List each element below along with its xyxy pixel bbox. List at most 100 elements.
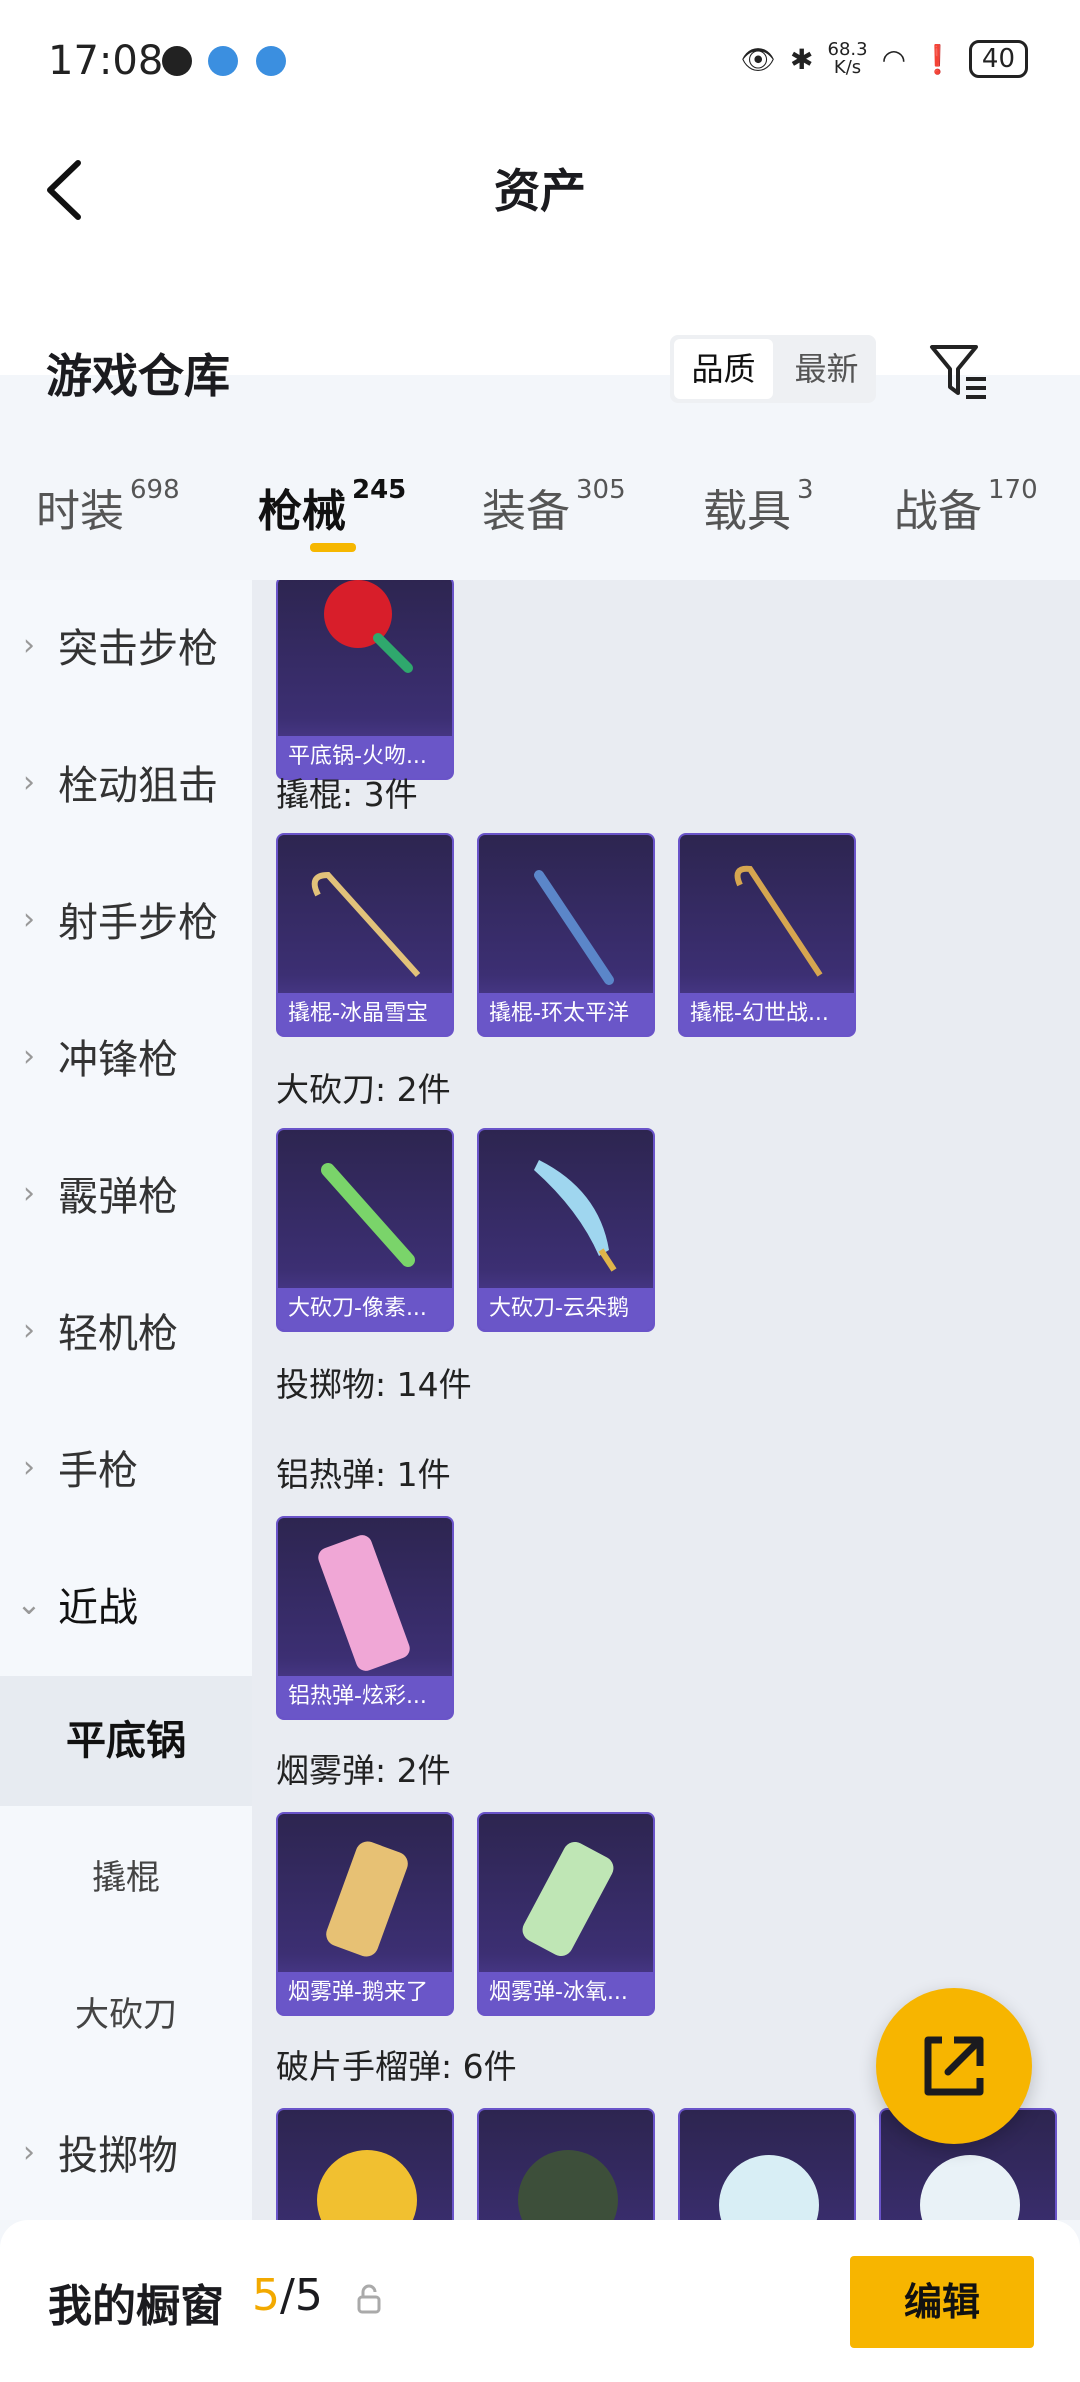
tab-label: 时装 bbox=[36, 486, 124, 537]
sidebar-item-pistol[interactable]: › 手枪 bbox=[0, 1402, 252, 1532]
status-right: 👁 ✱ 68.3 K/s ◠ ❗ 40 bbox=[740, 40, 1028, 78]
browser-icon-2 bbox=[256, 46, 286, 76]
group-label: 大砍刀: 2件 bbox=[276, 1070, 451, 1109]
item-card[interactable] bbox=[477, 2108, 655, 2220]
sort-quality-button[interactable]: 品质 bbox=[674, 339, 773, 399]
sidebar-item-assault-rifle[interactable]: › 突击步枪 bbox=[0, 580, 252, 710]
sidebar-item-shotgun[interactable]: › 霰弹枪 bbox=[0, 1128, 252, 1258]
crowbar-skin-image bbox=[534, 870, 614, 985]
group-label: 铝热弹: 1件 bbox=[276, 1455, 451, 1494]
crowbar-skin-image bbox=[311, 871, 421, 978]
smoke-grenade-skin-image bbox=[522, 1841, 614, 1957]
frag-grenade-skin-image bbox=[719, 2155, 819, 2220]
sidebar-item-melee[interactable]: ⌄ 近战 bbox=[0, 1539, 252, 1669]
item-card[interactable]: 撬棍-幻世战... bbox=[678, 833, 856, 1037]
item-name: 大砍刀-云朵鹅 bbox=[479, 1288, 653, 1330]
item-card[interactable]: 大砍刀-像素... bbox=[276, 1128, 454, 1332]
item-card[interactable]: 平底锅-火吻... bbox=[276, 580, 454, 780]
showcase-total: /5 bbox=[280, 2270, 323, 2321]
sidebar-item-label: 轻机枪 bbox=[58, 1311, 178, 1357]
sidebar-item-marksman-rifle[interactable]: › 射手步枪 bbox=[0, 854, 252, 984]
page-title: 资产 bbox=[494, 164, 586, 218]
showcase-bar: 我的橱窗 5/5 编辑 bbox=[0, 2220, 1080, 2382]
bluetooth-icon: ✱ bbox=[790, 42, 814, 76]
smoke-grenade-skin-image bbox=[326, 1841, 408, 1957]
item-list: 平底锅-火吻... 撬棍: 3件 撬棍-冰晶雪宝 撬棍-环太平洋 撬棍-幻世战.… bbox=[252, 580, 1080, 2220]
page-header: 资产 游戏仓库 品质 最新 bbox=[0, 125, 1080, 403]
sidebar-subitem-crowbar[interactable]: 撬棍 bbox=[0, 1813, 252, 1943]
showcase-current: 5 bbox=[252, 2270, 280, 2321]
chevron-right-icon: › bbox=[23, 2134, 35, 2170]
sidebar-item-label: 手枪 bbox=[58, 1448, 138, 1494]
crowbar-skin-image bbox=[734, 865, 823, 977]
machete-skin-image bbox=[321, 1163, 415, 1267]
sidebar-item-label: 霰弹枪 bbox=[58, 1174, 178, 1220]
external-link-icon bbox=[924, 2036, 984, 2096]
item-name: 铝热弹-炫彩... bbox=[278, 1676, 452, 1718]
tab-label: 战备 bbox=[894, 486, 982, 537]
browser-icon bbox=[208, 46, 238, 76]
alert-icon: ❗ bbox=[920, 42, 955, 76]
thermite-skin-image bbox=[318, 1535, 410, 1671]
item-name: 烟雾弹-冰氧... bbox=[479, 1972, 653, 2014]
lock-icon bbox=[357, 2284, 381, 2314]
tab-count: 170 bbox=[988, 475, 1038, 505]
item-card[interactable] bbox=[678, 2108, 856, 2220]
item-name: 大砍刀-像素... bbox=[278, 1288, 452, 1330]
machete-skin-image bbox=[534, 1160, 617, 1272]
item-card[interactable]: 撬棍-环太平洋 bbox=[477, 833, 655, 1037]
tab-count: 698 bbox=[130, 475, 180, 505]
tab-equipment[interactable]: 装备 305 bbox=[482, 475, 626, 539]
filter-icon[interactable] bbox=[928, 343, 990, 401]
eye-icon: 👁 bbox=[740, 42, 777, 76]
status-time: 17:08 bbox=[48, 38, 164, 84]
sidebar-item-label: 投掷物 bbox=[58, 2133, 178, 2179]
item-card[interactable]: 烟雾弹-鹅来了 bbox=[276, 1812, 454, 2016]
group-label: 投掷物: 14件 bbox=[276, 1365, 472, 1404]
item-card[interactable]: 撬棍-冰晶雪宝 bbox=[276, 833, 454, 1037]
item-card[interactable]: 烟雾弹-冰氧... bbox=[477, 1812, 655, 2016]
edit-button[interactable]: 编辑 bbox=[850, 2256, 1034, 2348]
item-card[interactable]: 大砍刀-云朵鹅 bbox=[477, 1128, 655, 1332]
frag-grenade-skin-image bbox=[317, 2150, 417, 2220]
qq-icon bbox=[162, 46, 192, 76]
tab-fashion[interactable]: 时装 698 bbox=[36, 475, 180, 539]
item-name: 烟雾弹-鹅来了 bbox=[278, 1972, 452, 2014]
group-label: 破片手榴弹: 6件 bbox=[276, 2047, 517, 2086]
pan-skin-image bbox=[324, 580, 413, 673]
item-card[interactable]: 铝热弹-炫彩... bbox=[276, 1516, 454, 1720]
item-name: 撬棍-幻世战... bbox=[680, 993, 854, 1035]
group-label: 烟雾弹: 2件 bbox=[276, 1751, 451, 1790]
tab-count: 305 bbox=[576, 475, 626, 505]
tab-supplies[interactable]: 战备 170 bbox=[894, 475, 1038, 539]
sidebar-item-label: 栓动狙击 bbox=[58, 763, 218, 809]
frag-grenade-skin-image bbox=[518, 2150, 618, 2220]
item-name: 撬棍-冰晶雪宝 bbox=[278, 993, 452, 1035]
tab-count: 245 bbox=[352, 475, 407, 505]
category-tabs: 时装 698 枪械 245 装备 305 载具 3 战备 170 bbox=[0, 440, 1080, 580]
net-speed-unit: K/s bbox=[833, 57, 862, 78]
chevron-right-icon: › bbox=[23, 1175, 35, 1211]
sidebar-item-bolt-sniper[interactable]: › 栓动狙击 bbox=[0, 717, 252, 847]
sidebar-item-label: 突击步枪 bbox=[58, 626, 218, 672]
item-card[interactable] bbox=[276, 2108, 454, 2220]
tab-vehicles[interactable]: 载具 3 bbox=[703, 475, 814, 539]
sidebar-item-label: 射手步枪 bbox=[58, 900, 218, 946]
showcase-count: 5/5 bbox=[252, 2270, 323, 2321]
network-speed: 68.3 K/s bbox=[828, 41, 868, 77]
sidebar-item-smg[interactable]: › 冲锋枪 bbox=[0, 991, 252, 1121]
chevron-down-icon: ⌄ bbox=[16, 1586, 42, 1622]
chevron-right-icon: › bbox=[23, 901, 35, 937]
sidebar-subitem-machete[interactable]: 大砍刀 bbox=[0, 1950, 252, 2080]
showcase-title: 我的橱窗 bbox=[48, 2281, 224, 2332]
tab-count: 3 bbox=[797, 475, 814, 505]
sidebar-subitem-pan[interactable]: 平底锅 bbox=[0, 1676, 252, 1806]
sort-latest-button[interactable]: 最新 bbox=[777, 335, 876, 403]
share-button[interactable] bbox=[876, 1988, 1032, 2144]
sidebar-item-lmg[interactable]: › 轻机枪 bbox=[0, 1265, 252, 1395]
tab-firearms[interactable]: 枪械 245 bbox=[258, 475, 406, 539]
sort-toggle: 品质 最新 bbox=[670, 335, 876, 403]
sidebar-item-throwables[interactable]: › 投掷物 bbox=[0, 2087, 252, 2217]
group-label: 撬棍: 3件 bbox=[276, 775, 418, 814]
tab-label: 载具 bbox=[703, 486, 791, 537]
